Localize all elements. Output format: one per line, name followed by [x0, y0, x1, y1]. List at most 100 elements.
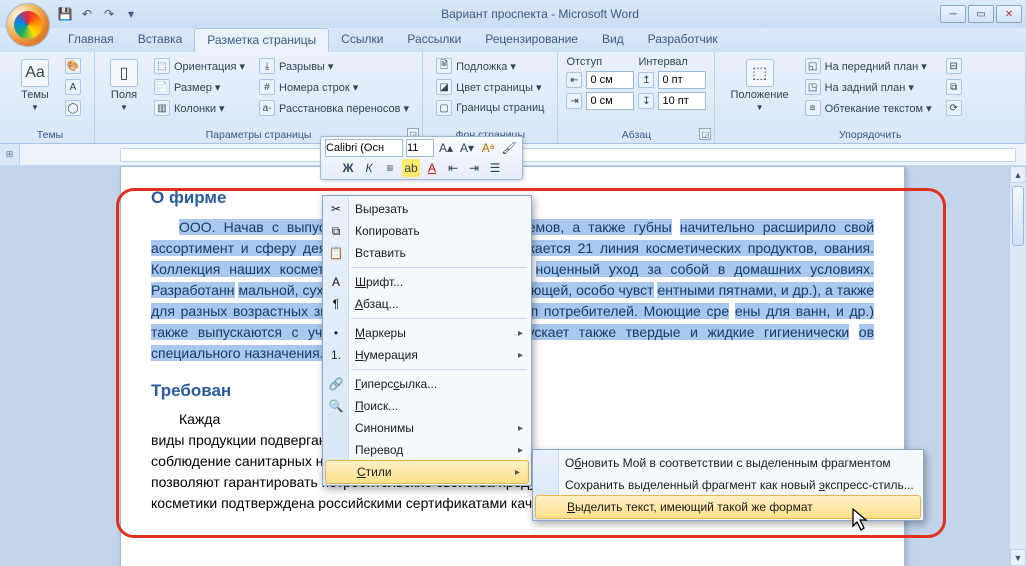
themes-icon: Aa	[21, 59, 49, 87]
indent-left-input[interactable]	[586, 71, 634, 89]
center-icon[interactable]: ≡	[381, 159, 399, 177]
group-themes: Aa Темы▼ 🎨 A ◯ Темы	[6, 52, 95, 143]
theme-effects[interactable]: ◯	[60, 98, 86, 118]
space-before[interactable]: ↥	[638, 71, 706, 89]
colors-icon: 🎨	[65, 58, 81, 74]
ribbon-tabs: Главная Вставка Разметка страницы Ссылки…	[0, 28, 1026, 52]
size-button[interactable]: 📄Размер ▾	[149, 77, 250, 97]
format-painter-icon[interactable]: 🖌	[500, 139, 518, 157]
orientation-button[interactable]: ⬚Ориентация ▾	[149, 56, 250, 76]
cm-hyperlink[interactable]: 🔗Гиперссылка...	[323, 373, 531, 395]
cm-translate[interactable]: Перевод	[323, 439, 531, 461]
position-button[interactable]: ⬚ Положение▼	[723, 56, 795, 115]
send-back-button[interactable]: ◳На задний план ▾	[800, 77, 937, 97]
close-button[interactable]: ✕	[996, 5, 1022, 23]
indent-left[interactable]: ⇤	[566, 71, 634, 89]
text-wrap-button[interactable]: ≡Обтекание текстом ▾	[800, 98, 937, 118]
scroll-thumb[interactable]	[1012, 186, 1024, 246]
mini-size[interactable]	[406, 139, 434, 157]
sm-select-similar[interactable]: Выделить текст, имеющий такой же формат	[535, 495, 921, 519]
tab-insert[interactable]: Вставка	[126, 28, 195, 52]
tab-developer[interactable]: Разработчик	[636, 28, 730, 52]
bullets-icon[interactable]: ☰	[486, 159, 504, 177]
margins-button[interactable]: ▯ Поля▼	[103, 56, 145, 115]
columns-icon: ▥	[154, 100, 170, 116]
page-color-icon: ◪	[436, 79, 452, 95]
space-after[interactable]: ↧	[638, 92, 706, 110]
indent-right-input[interactable]	[586, 92, 634, 110]
scroll-down[interactable]: ▼	[1010, 549, 1026, 566]
orientation-icon: ⬚	[154, 58, 170, 74]
size-icon: 📄	[154, 79, 170, 95]
scroll-up[interactable]: ▲	[1010, 166, 1026, 183]
cm-bullets[interactable]: •Маркеры	[323, 322, 531, 344]
page-color-button[interactable]: ◪Цвет страницы ▾	[431, 77, 549, 97]
font-color-icon[interactable]: A	[423, 159, 441, 177]
sm-save-style[interactable]: Сохранить выделенный фрагмент как новый …	[533, 474, 923, 496]
mini-font[interactable]	[325, 139, 403, 157]
group-paragraph-label: Абзац	[566, 128, 706, 141]
cm-font[interactable]: AШрифт...	[323, 271, 531, 293]
tab-view[interactable]: Вид	[590, 28, 636, 52]
bold-icon[interactable]: Ж	[339, 159, 357, 177]
cm-copy[interactable]: ⧉Копировать	[323, 220, 531, 242]
maximize-button[interactable]: ▭	[968, 5, 994, 23]
qat-more[interactable]: ▾	[122, 5, 140, 23]
cm-cut[interactable]: ✂Вырезать	[323, 198, 531, 220]
ruler-toggle[interactable]: ⊞	[0, 144, 20, 165]
linenum-icon: #	[259, 79, 275, 95]
paragraph-launcher[interactable]: ◲	[699, 128, 711, 140]
group-themes-label: Темы	[14, 128, 86, 141]
minimize-button[interactable]: ─	[940, 5, 966, 23]
group-page-background: 🗎Подложка ▾ ◪Цвет страницы ▾ ▢Границы ст…	[423, 52, 558, 143]
shrink-font-icon[interactable]: A▾	[458, 139, 476, 157]
sm-update-style[interactable]: Обновить Мой в соответствии с выделенным…	[533, 452, 923, 474]
group-icon: ⧉	[946, 79, 962, 95]
increase-indent-icon[interactable]: ⇥	[465, 159, 483, 177]
tab-references[interactable]: Ссылки	[329, 28, 395, 52]
space-after-input[interactable]	[658, 92, 706, 110]
theme-fonts[interactable]: A	[60, 77, 86, 97]
grow-font-icon[interactable]: A▴	[437, 139, 455, 157]
ribbon: Aa Темы▼ 🎨 A ◯ Темы ▯ Поля▼ ⬚Ориентация …	[0, 52, 1026, 144]
qat-save[interactable]: 💾	[56, 5, 74, 23]
cm-styles[interactable]: Стили	[325, 460, 529, 484]
columns-button[interactable]: ▥Колонки ▾	[149, 98, 250, 118]
breaks-button[interactable]: ⤓Разрывы ▾	[254, 56, 414, 76]
theme-colors[interactable]: 🎨	[60, 56, 86, 76]
line-numbers-button[interactable]: #Номера строк ▾	[254, 77, 414, 97]
tab-review[interactable]: Рецензирование	[473, 28, 590, 52]
page-borders-button[interactable]: ▢Границы страниц	[431, 98, 549, 118]
cm-numbering[interactable]: 1.Нумерация	[323, 344, 531, 366]
tab-mailings[interactable]: Рассылки	[395, 28, 473, 52]
cm-paste[interactable]: 📋Вставить	[323, 242, 531, 264]
watermark-button[interactable]: 🗎Подложка ▾	[431, 56, 549, 76]
italic-icon[interactable]: К	[360, 159, 378, 177]
space-before-input[interactable]	[658, 71, 706, 89]
bring-front-button[interactable]: ◱На передний план ▾	[800, 56, 937, 76]
tab-page-layout[interactable]: Разметка страницы	[194, 28, 329, 52]
group-button[interactable]: ⧉	[941, 77, 967, 97]
vertical-scrollbar[interactable]: ▲ ▼	[1009, 166, 1026, 566]
group-paragraph: Отступ ⇤ ⇥ Интервал ↥ ↧ Абзац ◲	[558, 52, 715, 143]
cm-lookup[interactable]: 🔍Поиск...	[323, 395, 531, 417]
tab-home[interactable]: Главная	[56, 28, 126, 52]
cm-paragraph[interactable]: ¶Абзац...	[323, 293, 531, 315]
hyphenation-button[interactable]: a-Расстановка переносов ▾	[254, 98, 414, 118]
bring-front-icon: ◱	[805, 58, 821, 74]
rotate-button[interactable]: ⟳	[941, 98, 967, 118]
style-quick-icon[interactable]: Aᵃ	[479, 139, 497, 157]
align-button[interactable]: ⊟	[941, 56, 967, 76]
effects-icon: ◯	[65, 100, 81, 116]
themes-button[interactable]: Aa Темы▼	[14, 56, 56, 115]
qat-redo[interactable]: ↷	[100, 5, 118, 23]
decrease-indent-icon[interactable]: ⇤	[444, 159, 462, 177]
bullets2-icon: •	[327, 324, 345, 342]
indent-right[interactable]: ⇥	[566, 92, 634, 110]
space-before-icon: ↥	[638, 72, 654, 88]
cm-synonyms[interactable]: Синонимы	[323, 417, 531, 439]
horizontal-ruler[interactable]	[120, 148, 1016, 162]
qat-undo[interactable]: ↶	[78, 5, 96, 23]
office-button[interactable]	[6, 3, 50, 47]
highlight-icon[interactable]: ab	[402, 159, 420, 177]
